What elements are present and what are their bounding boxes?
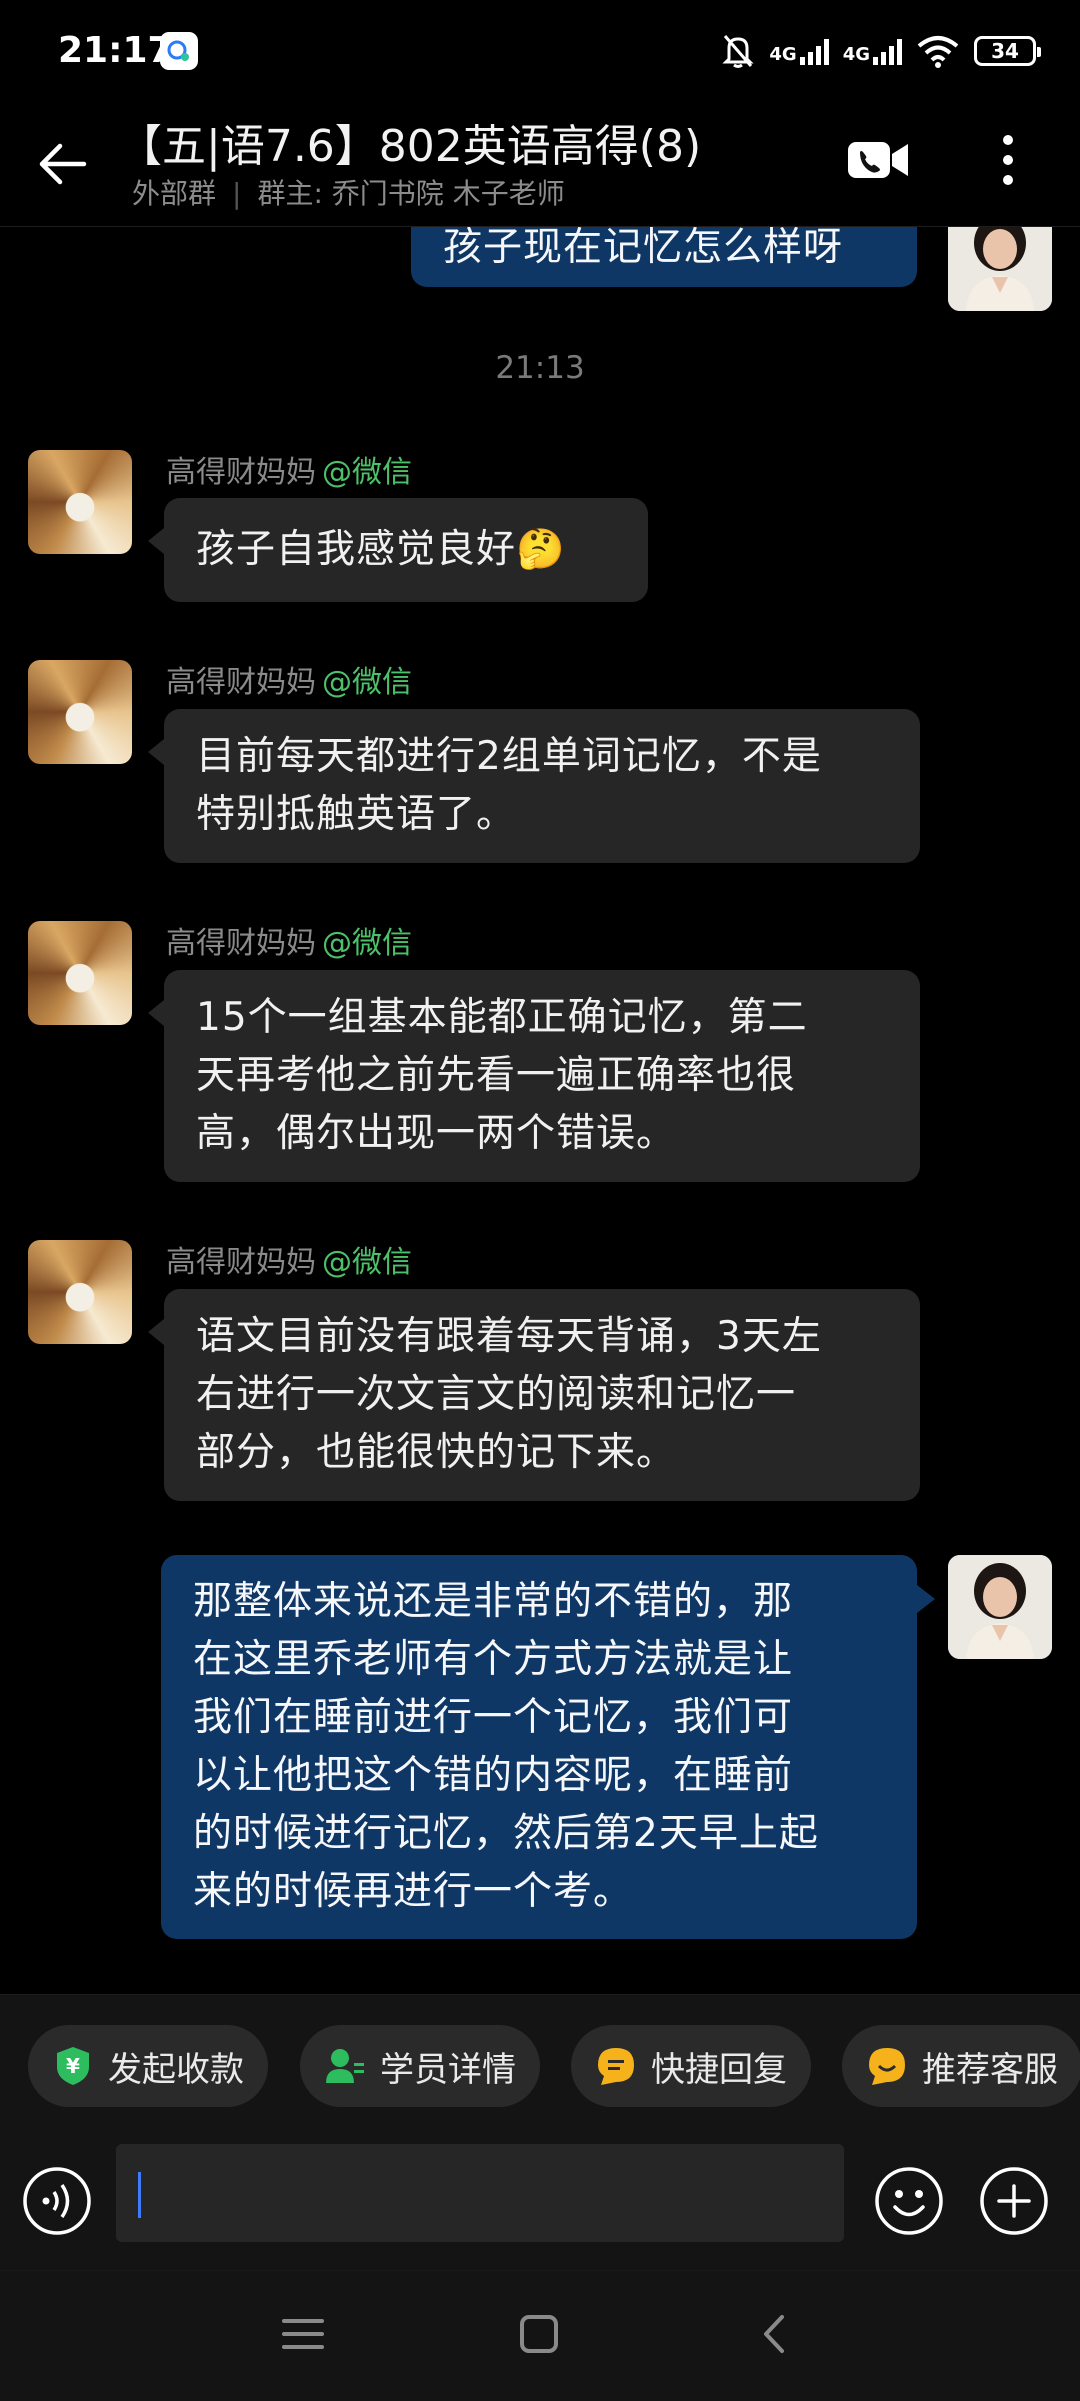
message-text: 孩子现在记忆怎么样呀 [443, 227, 844, 270]
chat-message-list[interactable]: 孩子现在记忆怎么样呀 21:13 高得财妈妈 @微信 孩子自我感觉良好🤔 高得财妈… [0, 227, 1080, 1993]
message-line: 部分，也能很快的记下来。 [196, 1430, 677, 1475]
teacher-avatar[interactable] [948, 1555, 1052, 1659]
voice-input-button[interactable] [22, 2166, 92, 2236]
message-line: 来的时候再进行一个考。 [193, 1869, 634, 1914]
group-type-label: 外部群 [132, 177, 217, 210]
wechat-source-tag: @微信 [322, 1245, 412, 1280]
sender-name[interactable]: 高得财妈妈 [166, 455, 316, 490]
status-time: 21:17 [58, 30, 173, 71]
chip-label: 推荐客服 [922, 2049, 1058, 2090]
more-vertical-icon [1003, 135, 1013, 185]
student-profile-icon [324, 2045, 366, 2087]
sender-name[interactable]: 高得财妈妈 [166, 665, 316, 700]
emoji-button[interactable] [874, 2166, 944, 2236]
chip-label: 发起收款 [108, 2049, 244, 2090]
group-owner-label: 群主: 乔门书院 木子老师 [257, 177, 565, 210]
student-details-button[interactable]: 学员详情 [300, 2025, 540, 2107]
back-chevron-icon [764, 2315, 784, 2353]
back-button[interactable] [30, 132, 94, 196]
quick-reply-button[interactable]: 快捷回复 [571, 2025, 811, 2107]
outgoing-message-bubble[interactable]: 那整体来说还是非常的不错的，那 在这里乔老师有个方式方法就是让 我们在睡前进行一… [161, 1555, 935, 1939]
more-attachments-button[interactable] [979, 2166, 1049, 2236]
quick-reply-icon [595, 2045, 637, 2087]
sender-avatar[interactable] [28, 921, 132, 1025]
chip-label: 学员详情 [380, 2049, 516, 2090]
signal-1: 4G [769, 37, 829, 65]
more-options-button[interactable] [990, 128, 1026, 192]
system-navigation-bar [0, 2270, 1080, 2401]
wechat-source-tag: @微信 [322, 665, 412, 700]
incoming-message-bubble[interactable]: 15个一组基本能都正确记忆，第二 天再考他之前先看一遍正确率也很 高，偶尔出现一… [148, 970, 920, 1182]
message-line: 语文目前没有跟着每天背诵，3天左 [196, 1314, 822, 1359]
text-cursor [138, 2172, 141, 2218]
battery-level: 34 [991, 39, 1019, 63]
sender-name[interactable]: 高得财妈妈 [166, 926, 316, 961]
app-notification-icon [160, 32, 198, 70]
incoming-message-bubble[interactable]: 语文目前没有跟着每天背诵，3天左 右进行一次文言文的阅读和记忆一 部分，也能很快… [148, 1289, 920, 1501]
message-line: 右进行一次文言文的阅读和记忆一 [196, 1372, 797, 1417]
wechat-source-tag: @微信 [322, 455, 412, 490]
message-line: 以让他把这个错的内容呢，在睡前 [193, 1753, 794, 1798]
message-line: 在这里乔老师有个方式方法就是让 [193, 1637, 794, 1682]
message-input-bar [0, 2136, 1080, 2270]
menu-nav-button[interactable] [280, 2311, 326, 2357]
mute-bell-icon [722, 35, 754, 68]
message-line: 特别抵触英语了。 [196, 792, 517, 837]
incoming-message-bubble[interactable]: 目前每天都进行2组单词记忆，不是 特别抵触英语了。 [148, 709, 920, 863]
wifi-icon [917, 36, 959, 68]
plus-icon [980, 2167, 1048, 2235]
emoji-icon [875, 2167, 943, 2235]
sender-avatar[interactable] [28, 1240, 132, 1344]
sender-avatar[interactable] [28, 450, 132, 554]
chip-label: 快捷回复 [651, 2049, 787, 2090]
sender-name-row: 高得财妈妈 @微信 [166, 447, 412, 491]
video-camera-icon [848, 142, 908, 178]
recommend-service-icon [866, 2045, 908, 2087]
signal-2: 4G [843, 37, 902, 65]
chat-subtitle: 外部群 | 群主: 乔门书院 木子老师 [132, 172, 565, 212]
quick-actions-bar: ¥ 发起收款 学员详情 快捷回复 推荐客服 [0, 1994, 1080, 2137]
sender-name[interactable]: 高得财妈妈 [166, 1245, 316, 1280]
teacher-avatar[interactable] [948, 227, 1052, 311]
subtitle-divider: | [232, 177, 242, 210]
message-input[interactable] [116, 2144, 844, 2242]
network-type-2: 4G [842, 44, 870, 65]
voice-icon [23, 2167, 91, 2235]
time-divider: 21:13 [495, 350, 585, 386]
svg-text:¥: ¥ [66, 2054, 80, 2078]
message-line: 目前每天都进行2组单词记忆，不是 [196, 734, 822, 779]
sender-avatar[interactable] [28, 660, 132, 764]
sender-name-row: 高得财妈妈 @微信 [166, 657, 412, 701]
sender-name-row: 高得财妈妈 @微信 [166, 1237, 412, 1281]
payment-shield-icon: ¥ [52, 2045, 94, 2087]
status-icons: 4G 4G 34 [721, 28, 1041, 74]
message-line: 天再考他之前先看一遍正确率也很 [196, 1053, 797, 1098]
message-line: 那整体来说还是非常的不错的，那 [193, 1579, 794, 1624]
sender-name-row: 高得财妈妈 @微信 [166, 918, 412, 962]
chat-title[interactable]: 【五|语7.6】802英语高得(8) [118, 110, 701, 174]
signal-bars-icon [873, 37, 902, 65]
chat-header: 【五|语7.6】802英语高得(8) 外部群 | 群主: 乔门书院 木子老师 [0, 100, 1080, 227]
incoming-message-bubble[interactable]: 孩子自我感觉良好🤔 [148, 498, 648, 602]
recommend-service-button[interactable]: 推荐客服 [842, 2025, 1080, 2107]
network-type-1: 4G [769, 44, 797, 65]
message-line: 我们在睡前进行一个记忆，我们可 [193, 1695, 794, 1740]
message-line: 的时候进行记忆，然后第2天早上起 [193, 1811, 819, 1856]
video-call-button[interactable] [846, 136, 910, 184]
menu-lines-icon [282, 2319, 324, 2349]
message-text: 孩子自我感觉良好🤔 [196, 527, 566, 572]
request-payment-button[interactable]: ¥ 发起收款 [28, 2025, 268, 2107]
outgoing-message-bubble[interactable]: 孩子现在记忆怎么样呀 [411, 227, 917, 287]
home-nav-button[interactable] [516, 2311, 562, 2357]
back-nav-button[interactable] [752, 2311, 798, 2357]
message-line: 高，偶尔出现一两个错误。 [196, 1111, 677, 1156]
wechat-source-tag: @微信 [322, 926, 412, 961]
back-arrow-icon [39, 143, 87, 185]
message-line: 15个一组基本能都正确记忆，第二 [196, 995, 808, 1040]
home-square-icon [520, 2315, 558, 2353]
signal-bars-icon [799, 37, 829, 65]
battery-icon: 34 [974, 36, 1041, 66]
